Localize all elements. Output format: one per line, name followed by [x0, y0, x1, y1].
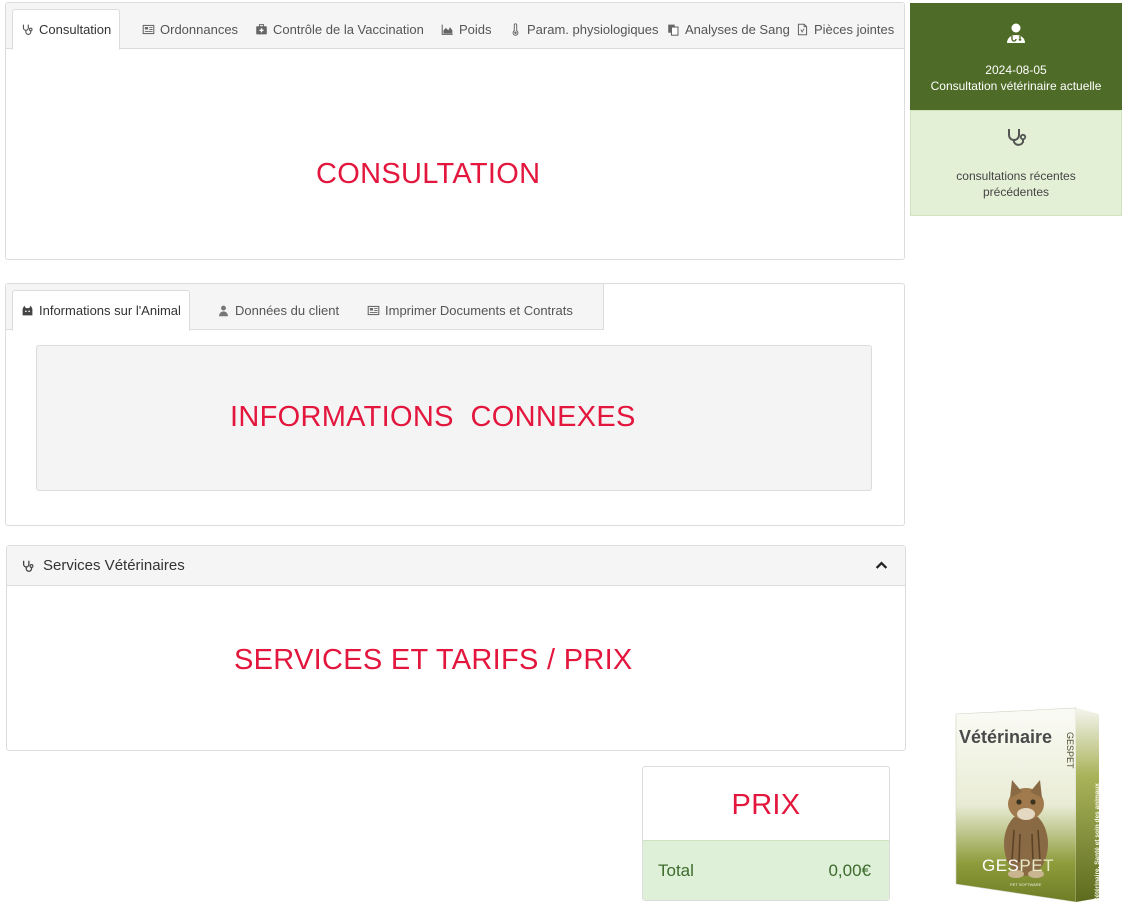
- stethoscope-icon: [22, 560, 34, 572]
- user-icon: [219, 305, 228, 316]
- product-box-spine-text: Vétérinaire. Santé et soin des animaux: [1094, 783, 1101, 902]
- product-box-image: Vétérinaire GESPET PET SOFTWARE GESPET V…: [954, 706, 1102, 906]
- document-icon: [367, 305, 380, 315]
- recent-consultations-line2: précédentes: [982, 185, 1050, 199]
- tab-label: Contrôle de la Vaccination: [273, 21, 424, 37]
- stethoscope-icon: [1008, 129, 1027, 146]
- current-consultation-label: Consultation vétérinaire actuelle: [930, 79, 1102, 93]
- price-total-row: Total 0,00€: [643, 840, 889, 900]
- area-chart-icon: [441, 24, 453, 35]
- informations-placeholder: INFORMATIONS CONNEXES: [230, 401, 636, 433]
- thermometer-icon: [512, 22, 519, 36]
- services-title: Services Vétérinaires: [43, 557, 185, 574]
- services-panel: Services Vétérinaires SERVICES ET TARIFS…: [6, 545, 906, 751]
- tab-consultation[interactable]: Consultation: [12, 9, 121, 50]
- services-placeholder: SERVICES ET TARIFS / PRIX: [234, 644, 633, 676]
- product-box-spine-brand: GESPET: [1065, 732, 1075, 769]
- total-label: Total: [658, 860, 694, 880]
- product-box-subtitle: PET SOFTWARE: [1010, 882, 1042, 887]
- tab-donnees-client[interactable]: Données du client: [209, 290, 347, 330]
- tab-label: Analyses de Sang: [685, 21, 790, 37]
- total-value: 0,00€: [828, 860, 871, 880]
- consultation-panel: Consultation Ordonnances Contrôle de la …: [5, 2, 905, 260]
- tab-vaccination[interactable]: Contrôle de la Vaccination: [247, 9, 432, 49]
- current-consultation-card[interactable]: 2024-08-05 Consultation vétérinaire actu…: [910, 3, 1122, 110]
- services-header[interactable]: Services Vétérinaires: [7, 546, 905, 586]
- tab-label: Poids: [459, 21, 492, 37]
- file-icon: [797, 23, 808, 35]
- recent-consultations-line1: consultations récentes: [956, 169, 1076, 183]
- tab-label: Données du client: [235, 302, 340, 318]
- product-box-brand: GESPET: [982, 856, 1054, 875]
- product-box-title: Vétérinaire: [959, 727, 1053, 747]
- price-box: PRIX Total 0,00€: [642, 766, 890, 901]
- cat-icon: [22, 305, 33, 316]
- consultation-placeholder: CONSULTATION: [316, 158, 541, 190]
- tab-label: Consultation: [39, 22, 112, 37]
- copy-icon: [668, 24, 679, 36]
- tab-param-physiologiques[interactable]: Param. physiologiques: [501, 9, 667, 49]
- tab-poids[interactable]: Poids: [433, 9, 500, 49]
- medical-kit-icon: [256, 23, 267, 34]
- informations-content-box: INFORMATIONS CONNEXES: [36, 345, 872, 491]
- informations-tabbar: Informations sur l'Animal Données du cli…: [6, 284, 604, 331]
- tab-analyses-de-sang[interactable]: Analyses de Sang: [659, 9, 798, 49]
- consultation-tabbar: Consultation Ordonnances Contrôle de la …: [6, 3, 904, 50]
- user-doctor-icon: [1007, 23, 1025, 43]
- recent-consultations-card[interactable]: consultations récentes précédentes: [910, 110, 1122, 216]
- tab-label: Imprimer Documents et Contrats: [385, 302, 573, 318]
- tab-informations-animal[interactable]: Informations sur l'Animal: [12, 290, 190, 331]
- tab-label: Ordonnances: [160, 21, 239, 37]
- prescription-icon: [142, 24, 155, 34]
- tab-ordonnances[interactable]: Ordonnances: [134, 9, 246, 49]
- tab-label: Param. physiologiques: [527, 21, 659, 37]
- current-consultation-date: 2024-08-05: [985, 63, 1047, 77]
- informations-panel: Informations sur l'Animal Données du cli…: [5, 283, 905, 526]
- tab-label: Informations sur l'Animal: [39, 303, 181, 318]
- tab-label: Pièces jointes: [814, 21, 895, 37]
- chevron-up-icon[interactable]: [874, 559, 889, 572]
- tab-pieces-jointes[interactable]: Pièces jointes: [788, 9, 902, 49]
- stethoscope-icon: [22, 24, 33, 35]
- tab-imprimer-documents[interactable]: Imprimer Documents et Contrats: [359, 290, 581, 330]
- price-placeholder: PRIX: [731, 789, 801, 821]
